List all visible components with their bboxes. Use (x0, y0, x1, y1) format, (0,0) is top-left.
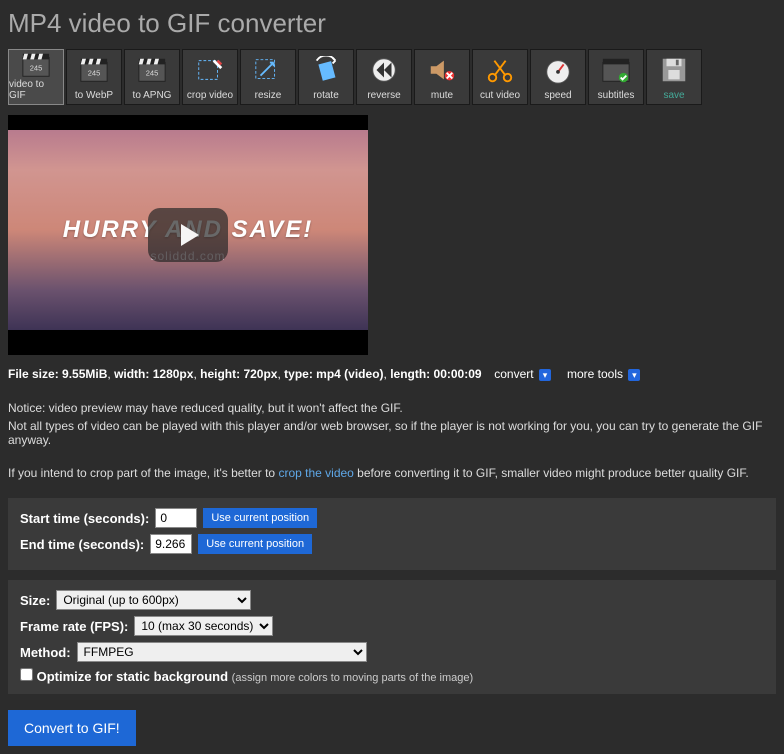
options-panel: Size: Original (up to 600px) Frame rate … (8, 580, 776, 694)
optimize-hint: (assign more colors to moving parts of t… (232, 672, 474, 684)
subtitles-icon (601, 50, 631, 90)
tool-cut-video[interactable]: cut video (472, 49, 528, 105)
resize-icon (253, 50, 283, 90)
crop-video-link[interactable]: crop the video (278, 466, 353, 480)
convert-button[interactable]: Convert to GIF! (8, 710, 136, 746)
svg-text:245: 245 (88, 69, 101, 78)
method-label: Method: (20, 645, 71, 660)
video-preview[interactable]: HURRY AND SAVE! soliddd.com (8, 115, 368, 355)
fps-label: Frame rate (FPS): (20, 619, 128, 634)
tool-save[interactable]: save (646, 49, 702, 105)
reverse-icon (369, 50, 399, 90)
tool-reverse[interactable]: reverse (356, 49, 412, 105)
size-select[interactable]: Original (up to 600px) (56, 590, 251, 610)
toolbar: 245 video to GIF 245 to WebP 245 to APNG… (8, 49, 776, 105)
notice-text: If you intend to crop part of the image,… (8, 466, 776, 480)
time-panel: Start time (seconds): Use current positi… (8, 498, 776, 570)
gauge-icon (543, 50, 573, 90)
tool-subtitles[interactable]: subtitles (588, 49, 644, 105)
floppy-icon (659, 50, 689, 90)
tool-to-webp[interactable]: 245 to WebP (66, 49, 122, 105)
clapperboard-icon: 245 (21, 50, 51, 79)
tool-mute[interactable]: mute (414, 49, 470, 105)
fps-select[interactable]: 10 (max 30 seconds) (134, 616, 273, 636)
clapperboard-icon: 245 (137, 50, 167, 90)
end-time-label: End time (seconds): (20, 537, 144, 552)
start-time-input[interactable] (155, 508, 197, 528)
crop-icon (195, 50, 225, 90)
notice-text: Notice: video preview may have reduced q… (8, 401, 776, 415)
scissors-icon (485, 50, 515, 90)
mute-icon (427, 50, 457, 90)
method-select[interactable]: FFMPEG (77, 642, 367, 662)
dropdown-icon: ▾ (539, 369, 551, 381)
rotate-icon (311, 50, 341, 90)
size-label: Size: (20, 593, 50, 608)
more-tools-link[interactable]: more tools ▾ (567, 367, 640, 381)
end-time-input[interactable] (150, 534, 192, 554)
convert-link[interactable]: convert ▾ (494, 367, 551, 381)
tool-rotate[interactable]: rotate (298, 49, 354, 105)
optimize-label: Optimize for static background (37, 669, 228, 684)
play-button[interactable] (148, 208, 228, 262)
dropdown-icon: ▾ (628, 369, 640, 381)
page-title: MP4 video to GIF converter (8, 8, 776, 39)
notice-text: Not all types of video can be played wit… (8, 419, 776, 447)
start-time-label: Start time (seconds): (20, 511, 149, 526)
tool-video-to-gif[interactable]: 245 video to GIF (8, 49, 64, 105)
optimize-checkbox[interactable] (20, 668, 33, 681)
svg-text:245: 245 (146, 69, 159, 78)
tool-speed[interactable]: speed (530, 49, 586, 105)
tool-crop-video[interactable]: crop video (182, 49, 238, 105)
use-current-end-button[interactable]: Use current position (198, 534, 312, 554)
svg-text:245: 245 (30, 63, 43, 72)
file-meta: File size: 9.55MiB, width: 1280px, heigh… (8, 367, 776, 381)
tool-to-apng[interactable]: 245 to APNG (124, 49, 180, 105)
use-current-start-button[interactable]: Use current position (203, 508, 317, 528)
clapperboard-icon: 245 (79, 50, 109, 90)
tool-resize[interactable]: resize (240, 49, 296, 105)
